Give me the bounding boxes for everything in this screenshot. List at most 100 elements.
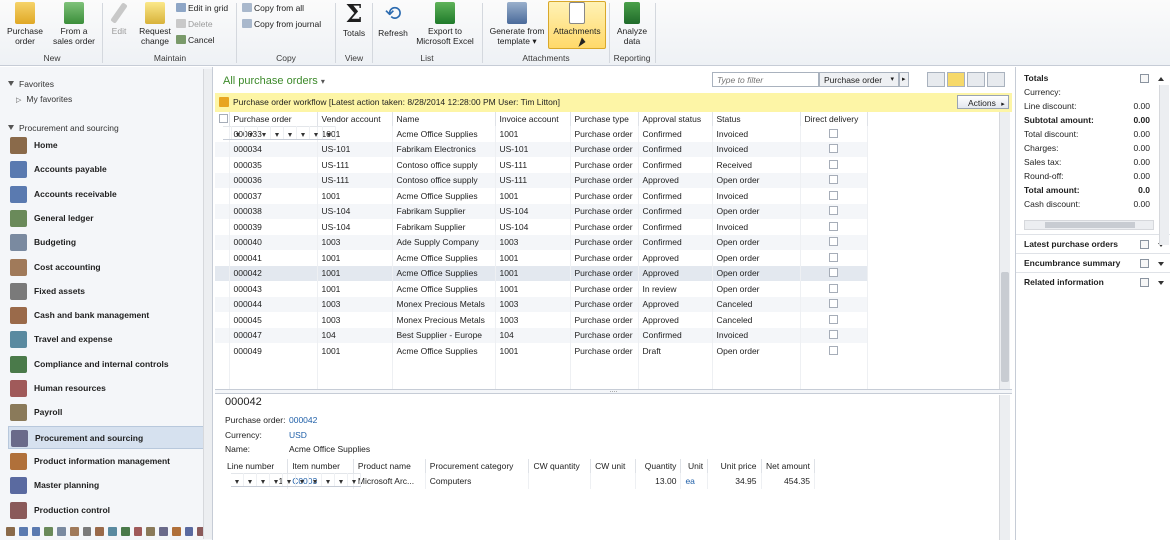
column-header[interactable]: Item number [287, 459, 354, 473]
grid-scrollbar[interactable] [999, 112, 1010, 389]
module-shortcut-icon[interactable] [133, 527, 143, 536]
direct-delivery-checkbox[interactable] [829, 190, 838, 200]
analyze-data-button[interactable]: Analyze data [613, 2, 651, 46]
direct-delivery-checkbox[interactable] [829, 144, 838, 154]
table-row[interactable]: 000045 1003 Monex Precious Metals 1003 Purch… [215, 312, 868, 328]
chevron-down-icon[interactable] [1158, 262, 1164, 266]
nav-item-compliance-and-internal-controls[interactable]: Compliance and internal controls [8, 353, 211, 376]
row-selector[interactable] [215, 157, 230, 173]
nav-item-procurement-and-sourcing[interactable]: Procurement and sourcing [8, 425, 211, 449]
cancel-button[interactable]: Cancel [176, 35, 214, 45]
direct-delivery-checkbox[interactable] [829, 221, 838, 231]
factbox-hscrollbar[interactable] [1024, 220, 1154, 230]
module-shortcut-icon[interactable] [82, 527, 92, 536]
filter-input[interactable] [712, 72, 819, 87]
table-cell[interactable]: ea [680, 473, 709, 489]
nav-item-master-planning[interactable]: Master planning [8, 474, 211, 497]
column-filter[interactable] [269, 473, 283, 487]
module-shortcut-icon[interactable] [159, 527, 168, 536]
open-details-icon[interactable] [1140, 278, 1149, 287]
delete-button[interactable]: Delete [176, 19, 213, 29]
factbox-section-related-information[interactable]: Related information [1016, 272, 1170, 290]
direct-delivery-checkbox[interactable] [829, 252, 838, 262]
column-header[interactable]: Direct delivery [800, 112, 868, 126]
module-shortcut-icon[interactable] [69, 527, 79, 536]
row-selector[interactable] [215, 343, 230, 359]
row-selector[interactable] [215, 327, 230, 343]
column-header[interactable]: Status [712, 112, 801, 126]
module-shortcut-icon[interactable] [57, 527, 66, 536]
module-shortcut-icon[interactable] [18, 527, 28, 536]
generate-from-template-button[interactable]: Generate from template ▾ [486, 2, 548, 46]
factbox-section-encumbrance-summary[interactable]: Encumbrance summary [1016, 253, 1170, 271]
row-selector[interactable] [215, 188, 230, 204]
module-shortcut-icon[interactable] [108, 527, 117, 536]
column-header[interactable]: CW quantity [528, 459, 592, 473]
table-row[interactable]: 000043 1001 Acme Office Supplies 1001 Purcha… [215, 281, 868, 297]
table-row[interactable]: 000039 US-104 Fabrikam Supplier US-104 Purch… [215, 219, 868, 235]
actions-button[interactable]: Actions ▸ [957, 95, 1009, 109]
column-filter[interactable] [296, 126, 310, 140]
row-selector[interactable] [215, 250, 230, 266]
from-sales-order-button[interactable]: From a sales order [50, 2, 98, 46]
refresh-button[interactable]: ⟲ Refresh [376, 2, 410, 38]
direct-delivery-checkbox[interactable] [829, 237, 838, 247]
nav-item-cost-accounting[interactable]: Cost accounting [8, 256, 211, 279]
column-filter[interactable] [347, 473, 361, 487]
chevron-up-icon[interactable] [1158, 77, 1164, 81]
row-selector[interactable] [215, 312, 230, 328]
factbox-scrollbar[interactable] [1159, 85, 1169, 245]
row-selector[interactable] [215, 296, 230, 312]
scrollbar-thumb[interactable] [1045, 222, 1135, 228]
column-filter[interactable] [270, 126, 284, 140]
module-shortcut-icon[interactable] [120, 527, 130, 536]
direct-delivery-checkbox[interactable] [829, 330, 838, 340]
column-header[interactable]: Procurement category [425, 459, 530, 473]
factbox-section-latest-purchase-orders[interactable]: Latest purchase orders [1016, 234, 1170, 252]
table-row[interactable]: 000034 US-101 Fabrikam Electronics US-101 Pu… [215, 141, 868, 157]
edit-button[interactable]: Edit [106, 2, 132, 36]
column-header[interactable]: Net amount [761, 459, 816, 473]
detail-scrollbar[interactable] [999, 395, 1010, 540]
column-filter[interactable] [322, 126, 336, 140]
direct-delivery-checkbox[interactable] [829, 159, 838, 169]
select-all-checkbox[interactable] [215, 112, 230, 126]
column-filter[interactable] [256, 473, 270, 487]
nav-scrollbar[interactable] [203, 69, 212, 539]
column-header[interactable]: Vendor account [317, 112, 393, 126]
column-filter[interactable] [231, 126, 245, 140]
direct-delivery-checkbox[interactable] [829, 283, 838, 293]
table-row[interactable]: 000042 1001 Acme Office Supplies 1001 Purcha… [215, 265, 868, 281]
column-filter[interactable] [231, 473, 244, 487]
nav-item-budgeting[interactable]: Budgeting [8, 231, 211, 254]
nav-item-accounts-payable[interactable]: Accounts payable [8, 158, 211, 181]
open-details-icon[interactable] [1140, 259, 1149, 268]
column-header[interactable]: Unit price [707, 459, 762, 473]
module-shortcut-icon[interactable] [171, 527, 181, 536]
attachments-button[interactable]: Attachments [548, 1, 606, 49]
row-selector[interactable] [215, 141, 230, 157]
nav-item-payroll[interactable]: Payroll [8, 401, 211, 424]
column-filter[interactable] [244, 126, 258, 140]
nav-item-product-information-management[interactable]: Product information management [8, 450, 211, 473]
table-row[interactable]: 000038 US-104 Fabrikam Supplier US-104 Purch… [215, 203, 868, 219]
nav-item-accounts-receivable[interactable]: Accounts receivable [8, 183, 211, 206]
column-header[interactable]: Product name [353, 459, 426, 473]
row-selector[interactable] [215, 234, 230, 250]
direct-delivery-checkbox[interactable] [829, 175, 838, 185]
list-title[interactable]: All purchase orders ▾ [223, 75, 325, 87]
column-header[interactable]: CW unit [590, 459, 637, 473]
direct-delivery-checkbox[interactable] [829, 206, 838, 216]
table-row[interactable]: 000040 1003 Ade Supply Company 1003 Purchase… [215, 234, 868, 250]
table-row[interactable]: 000036 US-111 Contoso office supply US-111 P… [215, 172, 868, 188]
nav-item-travel-and-expense[interactable]: Travel and expense [8, 328, 211, 351]
table-row[interactable]: 000049 1001 Acme Office Supplies 1001 Purcha… [215, 343, 868, 359]
column-header[interactable]: Purchase order [229, 112, 318, 126]
advanced-filter-icon[interactable] [967, 72, 985, 87]
filter-by-selection-icon[interactable] [947, 72, 965, 87]
row-selector[interactable] [215, 203, 230, 219]
my-favorites-item[interactable]: ▷ My favorites [16, 94, 72, 104]
open-details-icon[interactable] [1140, 74, 1149, 83]
edit-in-grid-button[interactable]: Edit in grid [176, 3, 228, 13]
row-selector[interactable] [215, 172, 230, 188]
